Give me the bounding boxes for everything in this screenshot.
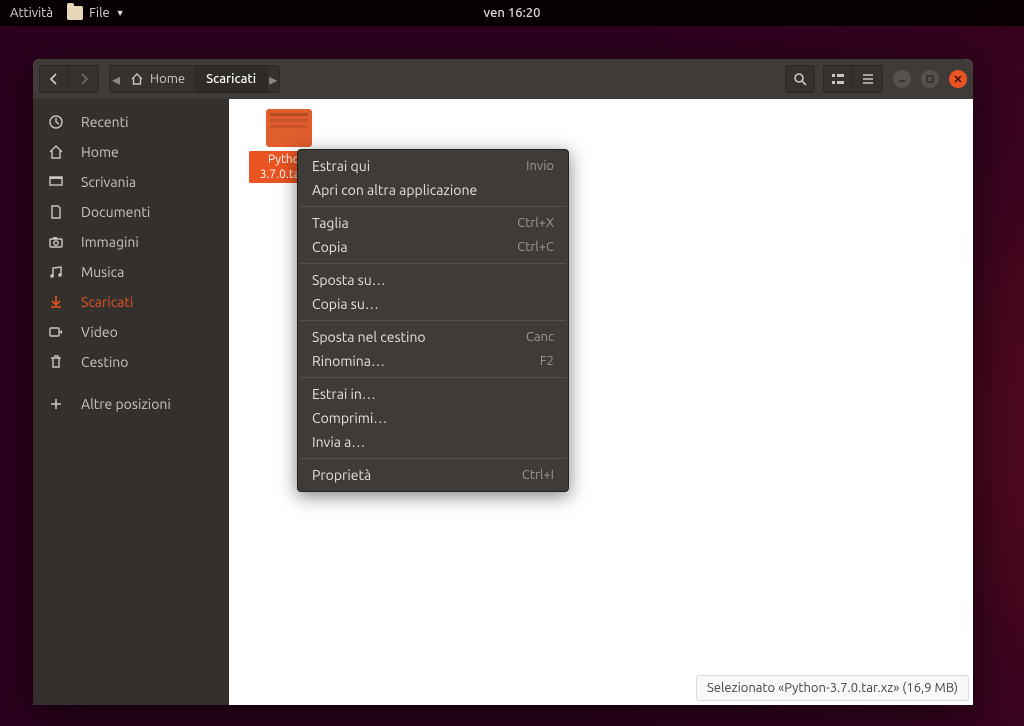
context-menu-item[interactable]: Apri con altra applicazione — [298, 178, 568, 202]
menu-item-label: Invia a… — [312, 434, 365, 450]
sidebar-item-pictures[interactable]: Immagini — [33, 227, 229, 257]
app-menu-files[interactable]: File ▼ — [67, 6, 125, 20]
sidebar-item-label: Video — [81, 324, 118, 340]
gnome-topbar: Attività File ▼ ven 16:20 — [0, 0, 1024, 26]
sidebar-item-label: Altre posizioni — [81, 396, 171, 412]
forward-button[interactable] — [69, 65, 99, 93]
sidebar-item-desktop[interactable]: Scrivania — [33, 167, 229, 197]
menu-item-label: Rinomina… — [312, 353, 385, 369]
sidebar-item-label: Scaricati — [81, 294, 133, 310]
list-view-icon — [831, 72, 845, 86]
status-bar: Selezionato «Python-3.7.0.tar.xz» (16,9 … — [696, 675, 969, 701]
clock[interactable]: ven 16:20 — [484, 6, 541, 20]
menu-item-accel: Invio — [526, 159, 554, 173]
archive-icon — [266, 109, 312, 147]
sidebar-item-music[interactable]: Musica — [33, 257, 229, 287]
menu-item-label: Apri con altra applicazione — [312, 182, 477, 198]
sidebar-item-downloads[interactable]: Scaricati — [33, 287, 229, 317]
video-icon — [47, 324, 65, 340]
menu-item-label: Taglia — [312, 215, 349, 231]
search-icon — [793, 72, 807, 86]
view-mode-button[interactable] — [823, 65, 853, 93]
sidebar-item-label: Recenti — [81, 114, 129, 130]
context-menu-item[interactable]: Sposta nel cestino Canc — [298, 325, 568, 349]
menu-item-label: Copia su… — [312, 296, 379, 312]
context-menu-item[interactable]: Estrai in… — [298, 382, 568, 406]
plus-icon — [47, 396, 65, 412]
path-segment-home[interactable]: Home — [122, 66, 195, 92]
camera-icon — [47, 234, 65, 250]
menu-item-accel: Canc — [526, 330, 554, 344]
path-home-label: Home — [150, 72, 185, 86]
path-current-label: Scaricati — [206, 72, 256, 86]
sidebar-item-label: Cestino — [81, 354, 128, 370]
app-menu-label: File — [89, 6, 110, 20]
sidebar-item-trash[interactable]: Cestino — [33, 347, 229, 377]
sidebar-item-label: Home — [81, 144, 119, 160]
sidebar-item-home[interactable]: Home — [33, 137, 229, 167]
menu-item-accel: Ctrl+I — [522, 468, 554, 482]
menu-item-label: Comprimi… — [312, 410, 387, 426]
sidebar-item-label: Scrivania — [81, 174, 136, 190]
sidebar-item-label: Immagini — [81, 234, 139, 250]
menu-item-label: Estrai in… — [312, 386, 376, 402]
download-icon — [47, 294, 65, 310]
menu-item-label: Estrai qui — [312, 158, 370, 174]
menu-separator — [300, 320, 566, 321]
music-icon — [47, 264, 65, 280]
context-menu-item[interactable]: Invia a… — [298, 430, 568, 454]
menu-item-label: Sposta su… — [312, 272, 386, 288]
folder-icon — [67, 6, 83, 20]
sidebar-item-other-locations[interactable]: Altre posizioni — [33, 389, 229, 419]
context-menu-item[interactable]: Copia Ctrl+C — [298, 235, 568, 259]
hamburger-icon — [861, 72, 875, 86]
maximize-button[interactable] — [921, 70, 939, 88]
sidebar-item-label: Documenti — [81, 204, 150, 220]
menu-item-accel: Ctrl+X — [517, 216, 554, 230]
documents-icon — [47, 204, 65, 220]
home-icon — [47, 144, 65, 160]
desktop-icon — [47, 174, 65, 190]
back-button[interactable] — [39, 65, 69, 93]
context-menu-item[interactable]: Copia su… — [298, 292, 568, 316]
menu-separator — [300, 263, 566, 264]
context-menu: Estrai qui Invio Apri con altra applicazio… — [297, 149, 569, 492]
nav-buttons — [39, 65, 99, 93]
home-icon — [130, 72, 144, 86]
minimize-button[interactable] — [893, 70, 911, 88]
sidebar-item-documents[interactable]: Documenti — [33, 197, 229, 227]
menu-item-label: Sposta nel cestino — [312, 329, 426, 345]
search-button[interactable] — [785, 65, 815, 93]
sidebar-item-videos[interactable]: Video — [33, 317, 229, 347]
sidebar-item-label: Musica — [81, 264, 124, 280]
path-next-icon[interactable]: ▸ — [267, 70, 279, 89]
close-button[interactable] — [949, 70, 967, 88]
context-menu-item[interactable]: Taglia Ctrl+X — [298, 211, 568, 235]
menu-separator — [300, 206, 566, 207]
window-controls — [893, 70, 967, 88]
activities-button[interactable]: Attività — [10, 6, 53, 20]
sidebar: Recenti Home Scrivania Documenti Immagin… — [33, 99, 229, 705]
context-menu-item[interactable]: Sposta su… — [298, 268, 568, 292]
clock-icon — [47, 114, 65, 130]
pathbar: ◂ Home Scaricati ▸ — [109, 65, 280, 93]
hamburger-button[interactable] — [853, 65, 883, 93]
context-menu-item[interactable]: Proprietà Ctrl+I — [298, 463, 568, 487]
chevron-down-icon: ▼ — [116, 8, 125, 18]
context-menu-item[interactable]: Rinomina… F2 — [298, 349, 568, 373]
menu-separator — [300, 458, 566, 459]
trash-icon — [47, 354, 65, 370]
menu-item-label: Copia — [312, 239, 348, 255]
context-menu-item[interactable]: Estrai qui Invio — [298, 154, 568, 178]
sidebar-item-recent[interactable]: Recenti — [33, 107, 229, 137]
headerbar: ◂ Home Scaricati ▸ — [33, 59, 973, 99]
menu-separator — [300, 377, 566, 378]
menu-item-accel: Ctrl+C — [517, 240, 554, 254]
context-menu-item[interactable]: Comprimi… — [298, 406, 568, 430]
path-prev-icon[interactable]: ◂ — [110, 70, 122, 89]
menu-item-label: Proprietà — [312, 467, 371, 483]
menu-item-accel: F2 — [540, 354, 554, 368]
path-segment-current[interactable]: Scaricati — [195, 66, 267, 92]
